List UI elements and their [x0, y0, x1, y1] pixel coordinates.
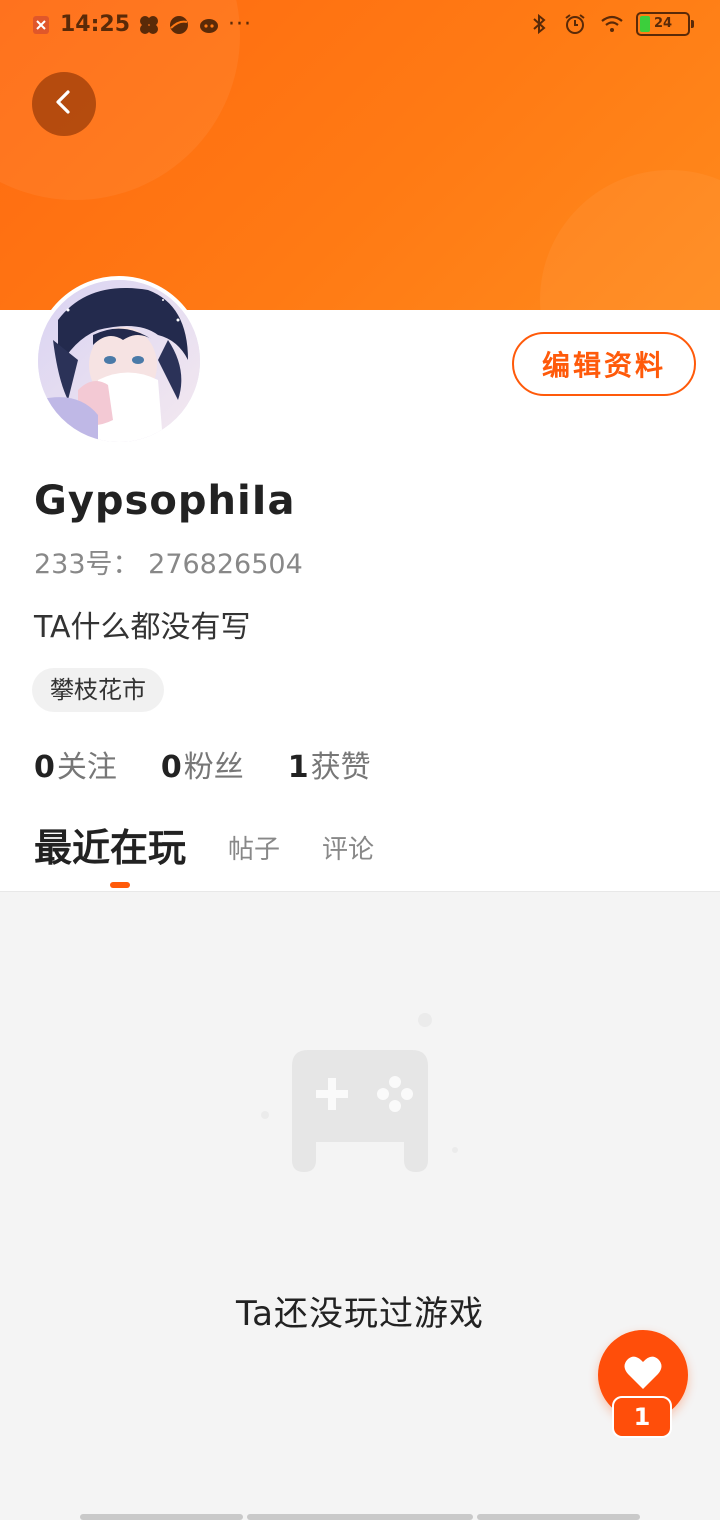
edit-profile-button[interactable]: 编辑资料 [512, 332, 696, 396]
status-bar: 14:25 ··· 24 [0, 0, 720, 56]
tab-posts[interactable]: 帖子 [228, 829, 280, 888]
stat-likes[interactable]: 1获赞 [288, 742, 371, 786]
back-button[interactable] [32, 72, 96, 136]
stat-label: 关注 [56, 750, 117, 785]
username: GypsophiIa [34, 478, 296, 524]
user-id-label: 233号： [34, 549, 140, 580]
divider [0, 891, 720, 892]
active-tab-indicator [110, 882, 130, 888]
avatar[interactable] [34, 276, 204, 446]
alarm-icon [564, 13, 586, 35]
stat-value: 1 [287, 750, 309, 785]
nav-gesture-bar [247, 1514, 473, 1520]
profile-card: 编辑资料 GypsophiIa 233号： 276826504 TA什么都没有写… [0, 276, 720, 892]
like-count-badge: 1 [612, 1396, 672, 1438]
more-notifications-icon: ··· [228, 12, 253, 37]
banner-decoration [540, 170, 720, 310]
profile-tabs: 最近在玩 帖子 评论 [34, 818, 374, 888]
nav-gesture-bar [80, 1514, 243, 1520]
tab-label: 最近在玩 [34, 826, 187, 870]
empty-state-message: Ta还没玩过游戏 [236, 1294, 484, 1334]
avatar-illustration [38, 280, 200, 442]
wifi-icon [600, 13, 623, 35]
stats-row: 0关注 0粉丝 1获赞 [34, 742, 371, 786]
tab-comments[interactable]: 评论 [322, 829, 374, 888]
heart-icon [623, 1355, 663, 1395]
stat-followers[interactable]: 0粉丝 [161, 742, 244, 786]
stat-following[interactable]: 0关注 [34, 742, 117, 786]
tab-recently-played[interactable]: 最近在玩 [34, 817, 186, 888]
stat-label: 粉丝 [183, 750, 244, 785]
battery-icon: 24 [636, 12, 694, 36]
gamepad-icon [250, 1000, 470, 1200]
stat-value: 0 [160, 750, 182, 785]
cat-app-icon [198, 14, 220, 36]
user-id-value: 276826504 [148, 549, 303, 580]
battery-level: 24 [653, 16, 673, 31]
pinwheel-app-icon [138, 14, 160, 36]
app-notification-icon [30, 14, 52, 36]
location-tag: 攀枝花市 [32, 668, 164, 712]
profile-header-banner: 14:25 ··· 24 [0, 0, 720, 310]
nav-gesture-bar [477, 1514, 640, 1520]
stat-value: 0 [34, 750, 55, 785]
stat-label: 获赞 [310, 750, 371, 785]
user-id: 233号： 276826504 [34, 542, 303, 581]
status-time: 14:25 [60, 12, 131, 37]
chevron-left-icon [49, 87, 79, 121]
user-bio: TA什么都没有写 [34, 610, 251, 645]
bluetooth-icon [528, 13, 550, 35]
planet-app-icon [168, 14, 190, 36]
